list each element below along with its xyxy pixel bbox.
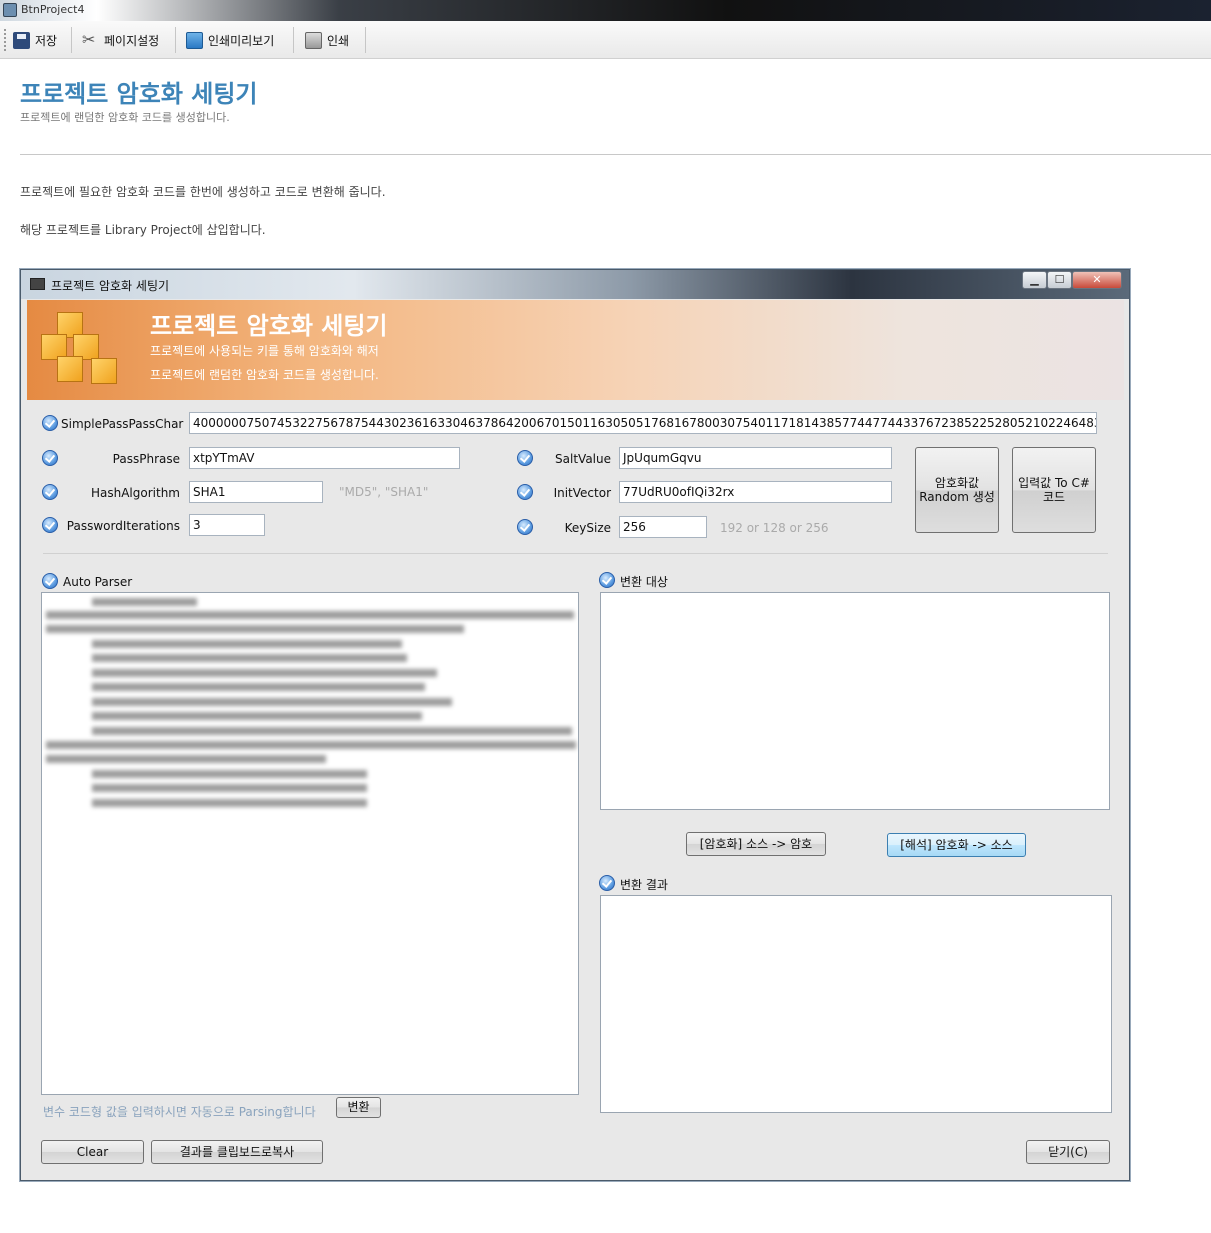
- check-icon: [42, 484, 58, 500]
- page-description: 프로젝트에 필요한 암호화 코드를 한번에 생성하고 코드로 변환해 줍니다.: [20, 185, 386, 199]
- print-preview-label: 인쇄미리보기: [208, 33, 275, 48]
- toolbar-separator: [71, 27, 72, 53]
- decrypt-button[interactable]: [해석] 암호화 -> 소스: [887, 833, 1026, 857]
- app-titlebar: BtnProject4: [0, 0, 1211, 21]
- window-title: 프로젝트 암호화 세팅기: [51, 279, 170, 293]
- maximize-button[interactable]: ☐: [1047, 271, 1072, 289]
- random-generate-button[interactable]: 암호화값 Random 생성: [915, 447, 999, 533]
- toolbar-separator: [175, 27, 176, 53]
- auto-parser-textarea[interactable]: [41, 592, 579, 1095]
- header-banner: 프로젝트 암호화 세팅기 프로젝트에 사용되는 키를 통해 암호화와 해저 프로…: [27, 300, 1124, 400]
- password-iterations-input[interactable]: 3: [189, 514, 265, 536]
- banner-line: 프로젝트에 사용되는 키를 통해 암호화와 해저: [150, 344, 379, 358]
- page-subtitle: 프로젝트에 랜덤한 암호화 코드를 생성합니다.: [20, 111, 230, 124]
- minimize-button[interactable]: ▁: [1022, 271, 1047, 289]
- page-setup-button[interactable]: 페이지설정: [82, 30, 159, 50]
- auto-parser-hint: 변수 코드형 값을 입력하시면 자동으로 Parsing합니다: [43, 1105, 316, 1119]
- target-label: 변환 대상: [620, 575, 668, 589]
- passphrase-label: PassPhrase: [112, 452, 180, 466]
- copy-to-clipboard-button[interactable]: 결과를 클립보드로복사: [151, 1140, 323, 1164]
- page-setup-icon: [82, 30, 99, 49]
- printer-icon: [305, 31, 322, 49]
- simple-pass-input[interactable]: 4000000750745322756787544302361633046378…: [189, 412, 1097, 434]
- banner-line: 프로젝트에 랜덤한 암호화 코드를 생성합니다.: [150, 368, 379, 382]
- auto-parser-label: Auto Parser: [63, 575, 133, 589]
- key-size-hint: 192 or 128 or 256: [720, 521, 829, 535]
- check-icon: [517, 519, 533, 535]
- print-preview-button[interactable]: 인쇄미리보기: [186, 30, 274, 50]
- check-icon: [517, 484, 533, 500]
- check-icon: [599, 875, 615, 891]
- app-icon: [3, 3, 17, 17]
- close-button[interactable]: 닫기(C): [1026, 1140, 1110, 1164]
- banner-title: 프로젝트 암호화 세팅기: [150, 312, 388, 340]
- to-csharp-code-button[interactable]: 입력값 To C# 코드: [1012, 447, 1096, 533]
- save-button[interactable]: 저장: [13, 30, 57, 50]
- window-icon: [30, 278, 45, 290]
- target-textarea[interactable]: [600, 592, 1110, 810]
- result-label: 변환 결과: [620, 878, 668, 892]
- app-title: BtnProject4: [21, 3, 85, 16]
- page-setup-label: 페이지설정: [104, 33, 160, 48]
- divider: [20, 154, 1211, 155]
- init-vector-input[interactable]: 77UdRU0ofIQi32rx: [619, 481, 892, 503]
- encryption-settings-window: 프로젝트 암호화 세팅기 ▁ ☐ ✕ 프로젝트 암호화 세팅기 프로젝트에 사용…: [20, 269, 1130, 1181]
- result-textarea[interactable]: [600, 895, 1112, 1113]
- passphrase-input[interactable]: xtpYTmAV: [189, 447, 460, 469]
- salt-value-label: SaltValue: [555, 452, 611, 466]
- clear-button[interactable]: Clear: [41, 1140, 144, 1164]
- key-size-label: KeySize: [564, 521, 611, 535]
- toolbar-grip[interactable]: [4, 29, 7, 51]
- init-vector-label: InitVector: [553, 486, 611, 500]
- key-size-input[interactable]: 256: [619, 516, 707, 538]
- salt-value-input[interactable]: JpUqumGqvu: [619, 447, 892, 469]
- save-label: 저장: [35, 33, 58, 48]
- print-button[interactable]: 인쇄: [305, 30, 349, 50]
- check-icon: [42, 573, 58, 589]
- save-icon: [13, 31, 30, 49]
- simple-pass-label: SimplePassPassChar: [61, 417, 184, 431]
- check-icon: [42, 450, 58, 466]
- divider: [43, 553, 1108, 554]
- encrypt-button[interactable]: [암호화] 소스 -> 암호: [686, 832, 826, 856]
- hash-algorithm-input[interactable]: SHA1: [189, 481, 323, 503]
- convert-button[interactable]: 변환: [336, 1097, 381, 1118]
- check-icon: [42, 415, 58, 431]
- check-icon: [517, 450, 533, 466]
- toolbar: 저장 페이지설정 인쇄미리보기 인쇄: [0, 21, 1211, 59]
- print-label: 인쇄: [327, 33, 350, 48]
- toolbar-separator: [365, 27, 366, 53]
- print-preview-icon: [186, 31, 203, 49]
- check-icon: [599, 572, 615, 588]
- cubes-logo-icon: [39, 308, 129, 392]
- check-icon: [42, 517, 58, 533]
- window-titlebar: 프로젝트 암호화 세팅기 ▁ ☐ ✕: [21, 270, 1129, 299]
- close-window-button[interactable]: ✕: [1072, 271, 1122, 289]
- password-iterations-label: PasswordIterations: [66, 519, 180, 533]
- page-title: 프로젝트 암호화 세팅기: [20, 80, 258, 108]
- page-description: 해당 프로젝트를 Library Project에 삽입합니다.: [20, 223, 266, 237]
- hash-algorithm-label: HashAlgorithm: [90, 486, 180, 500]
- hash-algorithm-hint: "MD5", "SHA1": [339, 485, 429, 499]
- toolbar-separator: [293, 27, 294, 53]
